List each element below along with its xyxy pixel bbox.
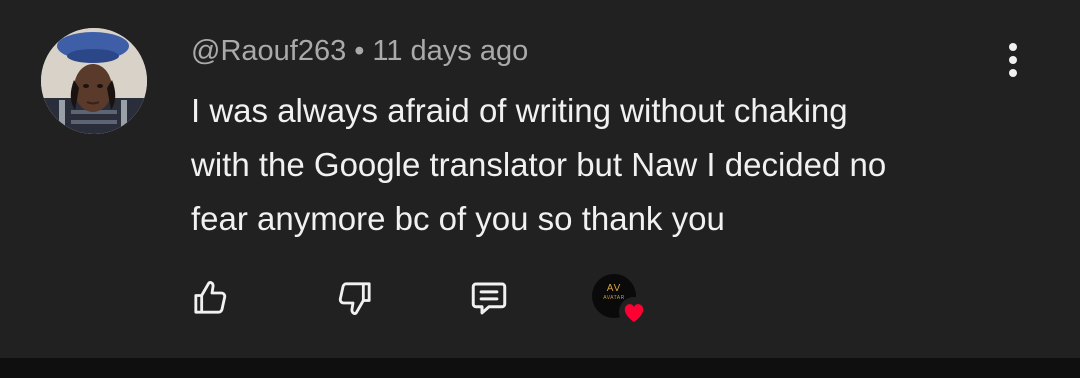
creator-logo-text: AV [606, 283, 622, 294]
comment-reply-icon [471, 282, 507, 315]
creator-heart-badge: AV AVATAR [592, 274, 654, 328]
menu-dot [1009, 43, 1017, 51]
comment-card: @Raouf263 • 11 days ago I was always afrai… [0, 0, 1080, 378]
comment-timestamp: 11 days ago [372, 35, 529, 67]
meta-separator: • [354, 35, 365, 67]
menu-dot [1009, 56, 1017, 64]
like-button[interactable] [188, 276, 232, 320]
dislike-button[interactable] [333, 276, 377, 320]
bottom-divider [0, 358, 1080, 378]
thumbs-up-icon [194, 281, 227, 314]
comment-text-line: fear anymore bc of you so thank you [191, 200, 725, 237]
heart-icon [619, 297, 649, 327]
comment-text-line: with the Google translator but Naw I dec… [191, 146, 887, 183]
reply-button[interactable] [467, 276, 511, 320]
avatar-image [41, 28, 147, 134]
comment-meta: @Raouf263 • 11 days ago [191, 33, 528, 69]
comment-text-line: I was always afraid of writing without c… [191, 92, 848, 129]
author-name[interactable]: @Raouf263 [191, 35, 346, 67]
menu-dot [1009, 69, 1017, 77]
comment-text: I was always afraid of writing without c… [191, 84, 1011, 246]
thumbs-down-icon [338, 282, 371, 315]
more-vert-icon[interactable] [995, 38, 1031, 82]
author-avatar[interactable] [41, 28, 147, 134]
